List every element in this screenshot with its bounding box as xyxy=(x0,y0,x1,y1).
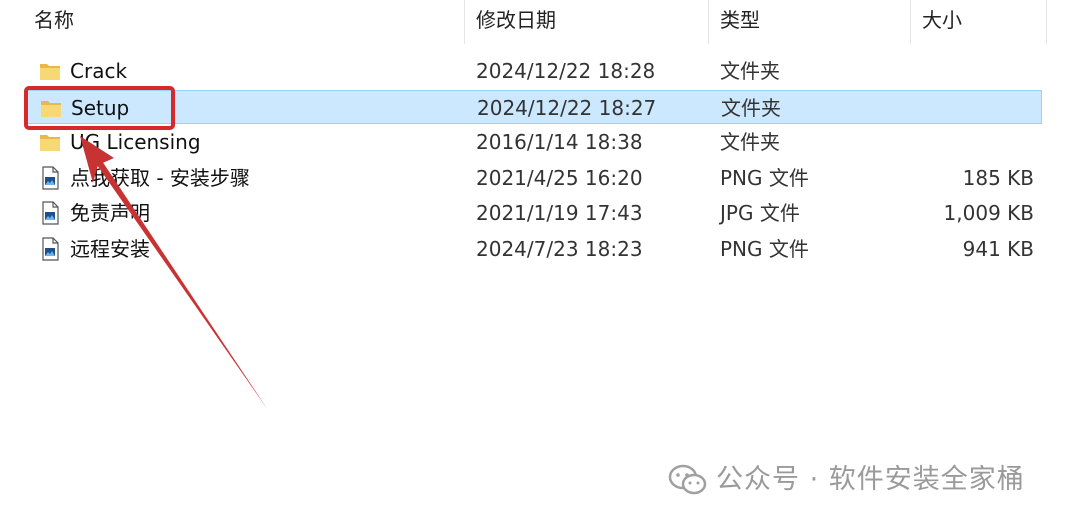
watermark-text: 公众号 · 软件安装全家桶 xyxy=(716,464,1025,495)
wechat-icon xyxy=(668,464,707,495)
annotation-arrow xyxy=(80,136,268,410)
